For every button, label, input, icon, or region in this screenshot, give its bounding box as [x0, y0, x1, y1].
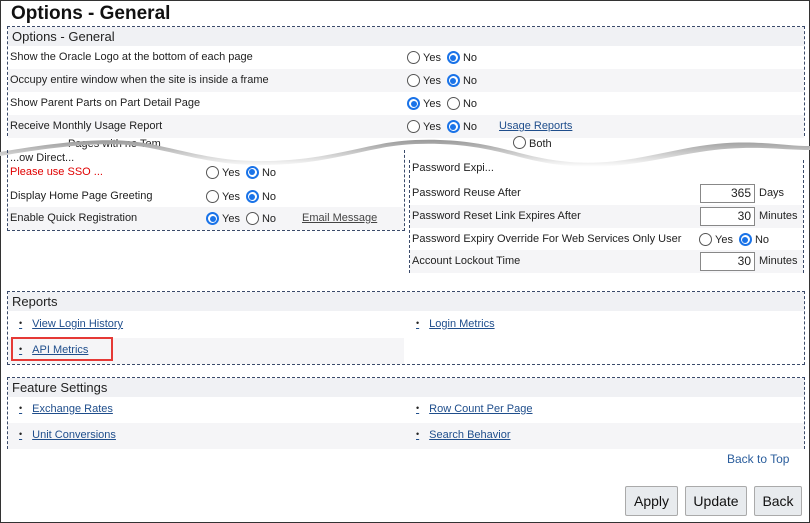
partial-password-label: Password Expi...	[412, 162, 494, 174]
radio-yes[interactable]: Yes	[407, 46, 441, 69]
radio-no[interactable]: No	[245, 162, 276, 182]
option-row: Please use SSO ... Yes No	[8, 162, 404, 182]
radio-yes[interactable]: Yes	[407, 92, 441, 115]
radio-no[interactable]: No	[245, 185, 276, 208]
password-row: Account Lockout Time 30 Minutes	[410, 250, 803, 273]
password-row: Password Reuse After 365 Days	[410, 182, 803, 205]
apply-button[interactable]: Apply	[625, 486, 678, 516]
radio-yes[interactable]: Yes	[206, 185, 240, 208]
option-row: Display Home Page Greeting Yes No	[8, 185, 404, 208]
radio-no[interactable]: No	[245, 207, 276, 230]
email-message-link[interactable]: Email Message	[302, 207, 377, 230]
option-row: Show the Oracle Logo at the bottom of ea…	[8, 46, 804, 69]
account-lockout-input[interactable]: 30	[700, 252, 755, 271]
sso-note: Please use SSO ...	[10, 166, 103, 178]
view-login-history-link[interactable]: View Login History	[19, 318, 123, 330]
option-row: Enable Quick Registration Yes No Email M…	[8, 207, 404, 230]
radio-yes[interactable]: Yes	[699, 228, 733, 251]
option-row: Show Parent Parts on Part Detail Page Ye…	[8, 92, 804, 115]
unit-conversions-link[interactable]: Unit Conversions	[19, 429, 116, 441]
back-to-top-link[interactable]: Back to Top	[727, 452, 789, 466]
exchange-rates-link[interactable]: Exchange Rates	[19, 403, 113, 415]
option-row: Occupy entire window when the site is in…	[8, 69, 804, 92]
highlight-box	[11, 337, 113, 361]
radio-no[interactable]: No	[446, 69, 477, 92]
radio-yes[interactable]: Yes	[206, 162, 240, 182]
radio-yes[interactable]: Yes	[206, 207, 240, 230]
radio-no[interactable]: No	[446, 46, 477, 69]
row-count-per-page-link[interactable]: Row Count Per Page	[416, 403, 532, 415]
section-header: Feature Settings	[8, 378, 804, 397]
reset-link-expiry-input[interactable]: 30	[700, 207, 755, 226]
update-button[interactable]: Update	[685, 486, 747, 516]
login-metrics-link[interactable]: Login Metrics	[416, 318, 494, 330]
options-general-lower-section: ...ow Direct... Please use SSO ... Yes N…	[7, 150, 405, 231]
options-general-section: Options - General Show the Oracle Logo a…	[7, 26, 805, 138]
password-row: Password Reset Link Expires After 30 Min…	[410, 205, 803, 228]
radio-no[interactable]: No	[738, 228, 769, 251]
password-reuse-input[interactable]: 365	[700, 184, 755, 203]
section-header: Options - General	[8, 27, 804, 46]
password-section: Password Expi... Password Reuse After 36…	[409, 160, 804, 273]
password-row: Password Expiry Override For Web Service…	[410, 228, 803, 251]
reports-section: Reports View Login History Login Metrics…	[7, 291, 805, 365]
radio-yes[interactable]: Yes	[407, 69, 441, 92]
radio-no[interactable]: No	[446, 92, 477, 115]
feature-settings-section: Feature Settings Exchange Rates Row Coun…	[7, 377, 805, 449]
section-header: Reports	[8, 292, 804, 311]
back-button[interactable]: Back	[754, 486, 802, 516]
page-title: Options - General	[11, 3, 171, 24]
search-behavior-link[interactable]: Search Behavior	[416, 429, 510, 441]
